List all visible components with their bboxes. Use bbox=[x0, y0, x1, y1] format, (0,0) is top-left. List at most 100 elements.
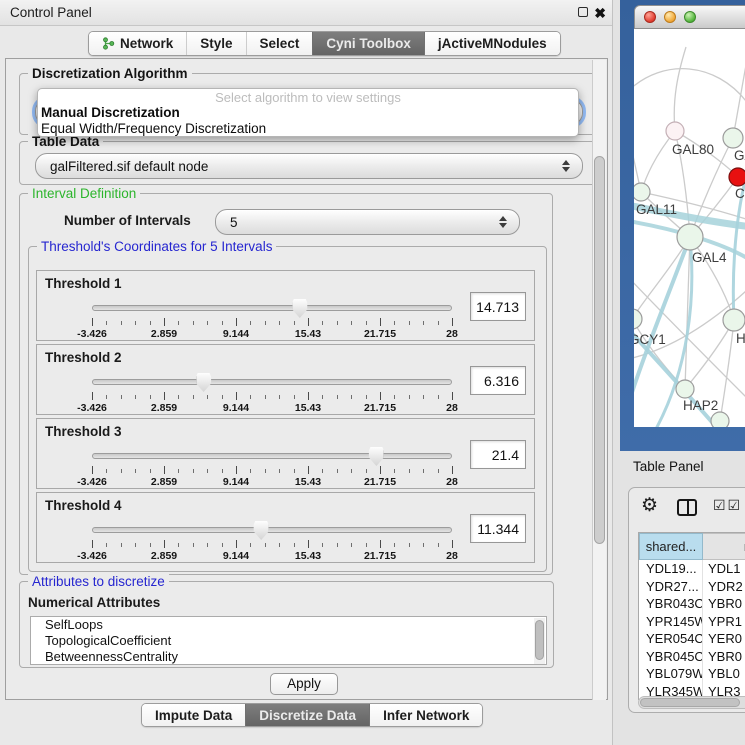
tab-select[interactable]: Select bbox=[246, 32, 313, 55]
table-row[interactable]: YBR045CYBR0 bbox=[639, 648, 745, 666]
threshold-label: Threshold 4 bbox=[45, 498, 122, 513]
table-row[interactable]: YDL19...YDL1 bbox=[639, 560, 745, 578]
threshold-slider[interactable]: -3.4262.8599.14415.4321.71528 bbox=[92, 297, 452, 339]
dropdown-option-equal-width-frequency[interactable]: Equal Width/Frequency Discretization bbox=[38, 121, 578, 137]
table-row[interactable]: YER054CYER0 bbox=[639, 630, 745, 648]
numerical-attributes-list[interactable]: SelfLoopsTopologicalCoefficientBetweenne… bbox=[30, 616, 547, 665]
tick-label: 21.715 bbox=[364, 402, 396, 414]
close-icon[interactable]: ✖ bbox=[594, 7, 606, 19]
tab-discretize-data[interactable]: Discretize Data bbox=[245, 704, 369, 726]
apply-button[interactable]: Apply bbox=[270, 673, 338, 695]
threshold-slider[interactable]: -3.4262.8599.14415.4321.71528 bbox=[92, 371, 452, 413]
threshold-value-field[interactable] bbox=[470, 292, 526, 321]
panel-scrollbar[interactable] bbox=[592, 60, 606, 700]
network-node-gal11[interactable] bbox=[634, 183, 650, 201]
mac-close-button[interactable] bbox=[644, 11, 656, 23]
tick-mark bbox=[366, 321, 367, 325]
tick-label: 28 bbox=[446, 476, 458, 488]
network-node-gcy1[interactable] bbox=[634, 309, 642, 329]
network-edge[interactable] bbox=[674, 47, 686, 131]
threshold-slider[interactable]: -3.4262.8599.14415.4321.71528 bbox=[92, 445, 452, 487]
split-columns-icon[interactable] bbox=[677, 499, 697, 516]
number-of-intervals-select[interactable]: 5 bbox=[215, 209, 520, 235]
network-node-ga[interactable] bbox=[723, 128, 743, 148]
tab-infer-network[interactable]: Infer Network bbox=[369, 704, 482, 726]
tick-mark bbox=[106, 469, 107, 473]
table-row[interactable]: YDR27...YDR2 bbox=[639, 578, 745, 596]
tick-label: 15.43 bbox=[295, 476, 321, 488]
table-row[interactable]: YPR145WYPR1 bbox=[639, 613, 745, 631]
network-edge[interactable] bbox=[634, 69, 745, 101]
table-row[interactable]: YBL079WYBL0 bbox=[639, 665, 745, 683]
table-body: YDL19...YDL1YDR27...YDR2YBR043CYBR0YPR14… bbox=[639, 560, 745, 700]
tick-mark bbox=[409, 321, 410, 325]
panel-scrollbar-thumb[interactable] bbox=[594, 156, 605, 544]
tick-mark bbox=[250, 469, 251, 473]
network-node-gal4[interactable] bbox=[677, 224, 703, 250]
tick-mark bbox=[106, 321, 107, 325]
tick-mark bbox=[366, 543, 367, 547]
tab-jactivemnodules[interactable]: jActiveMNodules bbox=[424, 32, 560, 55]
slider-thumb[interactable] bbox=[369, 447, 384, 466]
column-header-name[interactable]: n bbox=[703, 533, 745, 560]
cell-name: YDL1 bbox=[703, 560, 745, 578]
network-node-h[interactable] bbox=[723, 309, 745, 331]
slider-thumb[interactable] bbox=[254, 521, 269, 540]
float-window-icon[interactable] bbox=[578, 7, 588, 17]
table-panel-title: Table Panel bbox=[633, 459, 704, 474]
network-canvas[interactable]: GAL80GACGAL11GAL4GCY1HHAP2 bbox=[634, 29, 745, 427]
attribute-list-item[interactable]: SelfLoops bbox=[31, 617, 546, 633]
tick-mark bbox=[322, 469, 323, 473]
attribute-list-item[interactable]: TopologicalCoefficient bbox=[31, 633, 546, 649]
attributes-scrollbar[interactable] bbox=[534, 618, 545, 664]
network-node[interactable] bbox=[711, 412, 729, 427]
network-node-hap2[interactable] bbox=[676, 380, 694, 398]
network-edge[interactable] bbox=[733, 65, 745, 138]
slider-thumb[interactable] bbox=[196, 373, 211, 392]
threshold-value-field[interactable] bbox=[470, 514, 526, 543]
tick-mark bbox=[438, 321, 439, 325]
network-node-c[interactable] bbox=[729, 168, 745, 186]
tick-mark bbox=[279, 543, 280, 547]
threshold-slider[interactable]: -3.4262.8599.14415.4321.71528 bbox=[92, 519, 452, 561]
dropdown-option-manual-discretization[interactable]: Manual Discretization bbox=[38, 105, 578, 121]
tab-network[interactable]: Network bbox=[89, 32, 186, 55]
table-row[interactable]: YBR043CYBR0 bbox=[639, 595, 745, 613]
mac-minimize-button[interactable] bbox=[664, 11, 676, 23]
slider-thumb[interactable] bbox=[292, 299, 307, 318]
network-edge[interactable] bbox=[641, 131, 675, 192]
tick-mark bbox=[380, 392, 381, 400]
tab-style[interactable]: Style bbox=[186, 32, 245, 55]
table-data-select[interactable]: galFiltered.sif default node bbox=[35, 153, 583, 179]
slider-ticks bbox=[92, 466, 452, 475]
tab-cyni-toolbox[interactable]: Cyni Toolbox bbox=[312, 32, 424, 55]
threshold-panel: Threshold 4 -3.4262.8599.14415.4321.71528 bbox=[36, 492, 535, 563]
network-icon bbox=[102, 37, 115, 50]
tab-impute-data[interactable]: Impute Data bbox=[142, 704, 245, 726]
checkbox-filter-icons[interactable]: ☑☑ bbox=[713, 497, 742, 514]
table-horizontal-scrollbar-thumb[interactable] bbox=[640, 698, 740, 707]
tick-mark bbox=[222, 395, 223, 399]
column-header-shared-name[interactable]: shared... bbox=[639, 533, 703, 560]
cell-shared-name: YDR27... bbox=[639, 578, 703, 596]
mac-zoom-button[interactable] bbox=[684, 11, 696, 23]
tick-mark bbox=[222, 321, 223, 325]
threshold-value-field[interactable] bbox=[470, 366, 526, 395]
tick-mark bbox=[423, 321, 424, 325]
attributes-scrollbar-thumb[interactable] bbox=[535, 620, 544, 660]
tick-mark bbox=[193, 469, 194, 473]
node-table: shared... n YDL19...YDL1YDR27...YDR2YBR0… bbox=[638, 532, 745, 700]
network-node-gal80[interactable] bbox=[666, 122, 684, 140]
attribute-list-item[interactable]: BetweennessCentrality bbox=[31, 649, 546, 665]
tick-mark bbox=[279, 321, 280, 325]
tick-mark bbox=[351, 543, 352, 547]
gear-icon[interactable]: ⚙ bbox=[641, 494, 658, 517]
tick-mark bbox=[452, 466, 453, 474]
threshold-value-field[interactable] bbox=[470, 440, 526, 469]
tick-mark bbox=[380, 466, 381, 474]
network-edge[interactable] bbox=[720, 320, 734, 421]
tick-label: 28 bbox=[446, 402, 458, 414]
tab-label: Cyni Toolbox bbox=[326, 36, 411, 51]
table-horizontal-scrollbar[interactable] bbox=[638, 696, 745, 709]
tick-mark bbox=[279, 469, 280, 473]
